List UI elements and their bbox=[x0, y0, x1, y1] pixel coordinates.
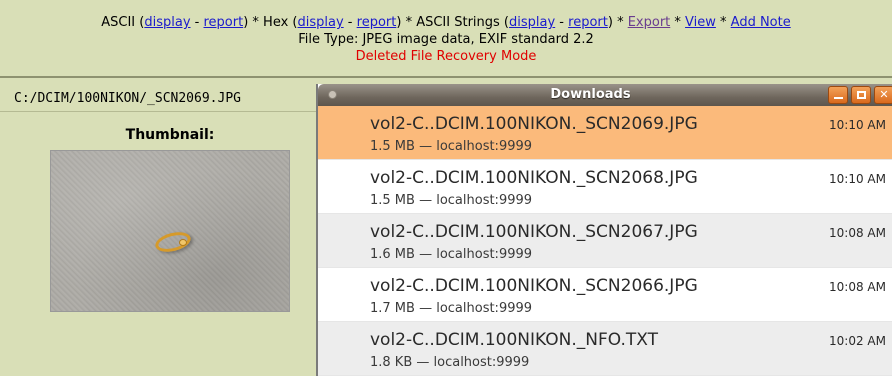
file-info-panel: C:/DCIM/100NIKON/_SCN2069.JPG Thumbnail: bbox=[0, 80, 318, 376]
ascii-strings-label: ) * ASCII Strings ( bbox=[396, 15, 509, 30]
download-meta: 1.8 KB — localhost:9999 bbox=[370, 355, 530, 370]
ring-stone-shape bbox=[179, 239, 187, 246]
downloads-titlebar[interactable]: Downloads ✕ bbox=[318, 84, 892, 106]
download-item[interactable]: vol2-C..DCIM.100NIKON._SCN2066.JPG 1.7 M… bbox=[318, 268, 892, 322]
separator: - bbox=[555, 15, 569, 30]
ascii-display-link[interactable]: display bbox=[144, 15, 190, 30]
download-filename: vol2-C..DCIM.100NIKON._NFO.TXT bbox=[370, 330, 658, 350]
download-item[interactable]: vol2-C..DCIM.100NIKON._NFO.TXT 1.8 KB — … bbox=[318, 322, 892, 376]
downloads-title: Downloads bbox=[550, 87, 631, 102]
minimize-button[interactable] bbox=[828, 86, 848, 104]
minimize-icon bbox=[833, 97, 843, 99]
file-type-text: File Type: JPEG image data, EXIF standar… bbox=[298, 32, 594, 47]
ascii-label: ASCII ( bbox=[101, 15, 145, 30]
thumbnail-image[interactable] bbox=[50, 150, 290, 312]
download-filename: vol2-C..DCIM.100NIKON._SCN2068.JPG bbox=[370, 168, 698, 188]
thumbnail-label: Thumbnail: bbox=[125, 127, 215, 143]
maximize-icon bbox=[856, 91, 866, 99]
download-meta: 1.5 MB — localhost:9999 bbox=[370, 193, 533, 208]
separator: - bbox=[190, 15, 204, 30]
file-path: C:/DCIM/100NIKON/_SCN2069.JPG bbox=[0, 86, 318, 112]
add-note-link[interactable]: Add Note bbox=[731, 15, 791, 30]
top-menu-bar: ASCII (display - report) * Hex (display … bbox=[0, 0, 892, 78]
download-item[interactable]: vol2-C..DCIM.100NIKON._SCN2067.JPG 1.6 M… bbox=[318, 214, 892, 268]
hex-label: ) * Hex ( bbox=[243, 15, 298, 30]
maximize-button[interactable] bbox=[851, 86, 871, 104]
separator: - bbox=[343, 15, 357, 30]
download-filename: vol2-C..DCIM.100NIKON._SCN2067.JPG bbox=[370, 222, 698, 242]
download-meta: 1.6 MB — localhost:9999 bbox=[370, 247, 533, 262]
view-links-row: ASCII (display - report) * Hex (display … bbox=[0, 14, 892, 31]
download-item[interactable]: vol2-C..DCIM.100NIKON._SCN2068.JPG 1.5 M… bbox=[318, 160, 892, 214]
window-controls: ✕ bbox=[828, 86, 892, 104]
download-time: 10:08 AM bbox=[829, 226, 886, 240]
download-time: 10:10 AM bbox=[829, 118, 886, 132]
strings-report-link[interactable]: report bbox=[568, 15, 608, 30]
download-meta: 1.5 MB — localhost:9999 bbox=[370, 139, 533, 154]
ascii-report-link[interactable]: report bbox=[204, 15, 244, 30]
close-button[interactable]: ✕ bbox=[874, 86, 892, 104]
download-time: 10:02 AM bbox=[829, 334, 886, 348]
download-item[interactable]: vol2-C..DCIM.100NIKON._SCN2069.JPG 1.5 M… bbox=[318, 106, 892, 160]
recovery-mode-text: Deleted File Recovery Mode bbox=[355, 49, 537, 64]
download-filename: vol2-C..DCIM.100NIKON._SCN2066.JPG bbox=[370, 276, 698, 296]
hex-report-link[interactable]: report bbox=[357, 15, 397, 30]
separator: * bbox=[715, 15, 731, 30]
strings-display-link[interactable]: display bbox=[509, 15, 555, 30]
download-meta: 1.7 MB — localhost:9999 bbox=[370, 301, 533, 316]
download-time: 10:08 AM bbox=[829, 280, 886, 294]
separator: ) * bbox=[607, 15, 628, 30]
separator: * bbox=[670, 15, 686, 30]
download-time: 10:10 AM bbox=[829, 172, 886, 186]
downloads-window: Downloads ✕ vol2-C..DCIM.100NIKON._SCN20… bbox=[316, 84, 892, 376]
hex-display-link[interactable]: display bbox=[298, 15, 344, 30]
close-icon: ✕ bbox=[879, 88, 889, 101]
export-link[interactable]: Export bbox=[628, 15, 671, 30]
downloads-list: vol2-C..DCIM.100NIKON._SCN2069.JPG 1.5 M… bbox=[318, 106, 892, 376]
download-filename: vol2-C..DCIM.100NIKON._SCN2069.JPG bbox=[370, 114, 698, 134]
view-link[interactable]: View bbox=[685, 15, 716, 30]
